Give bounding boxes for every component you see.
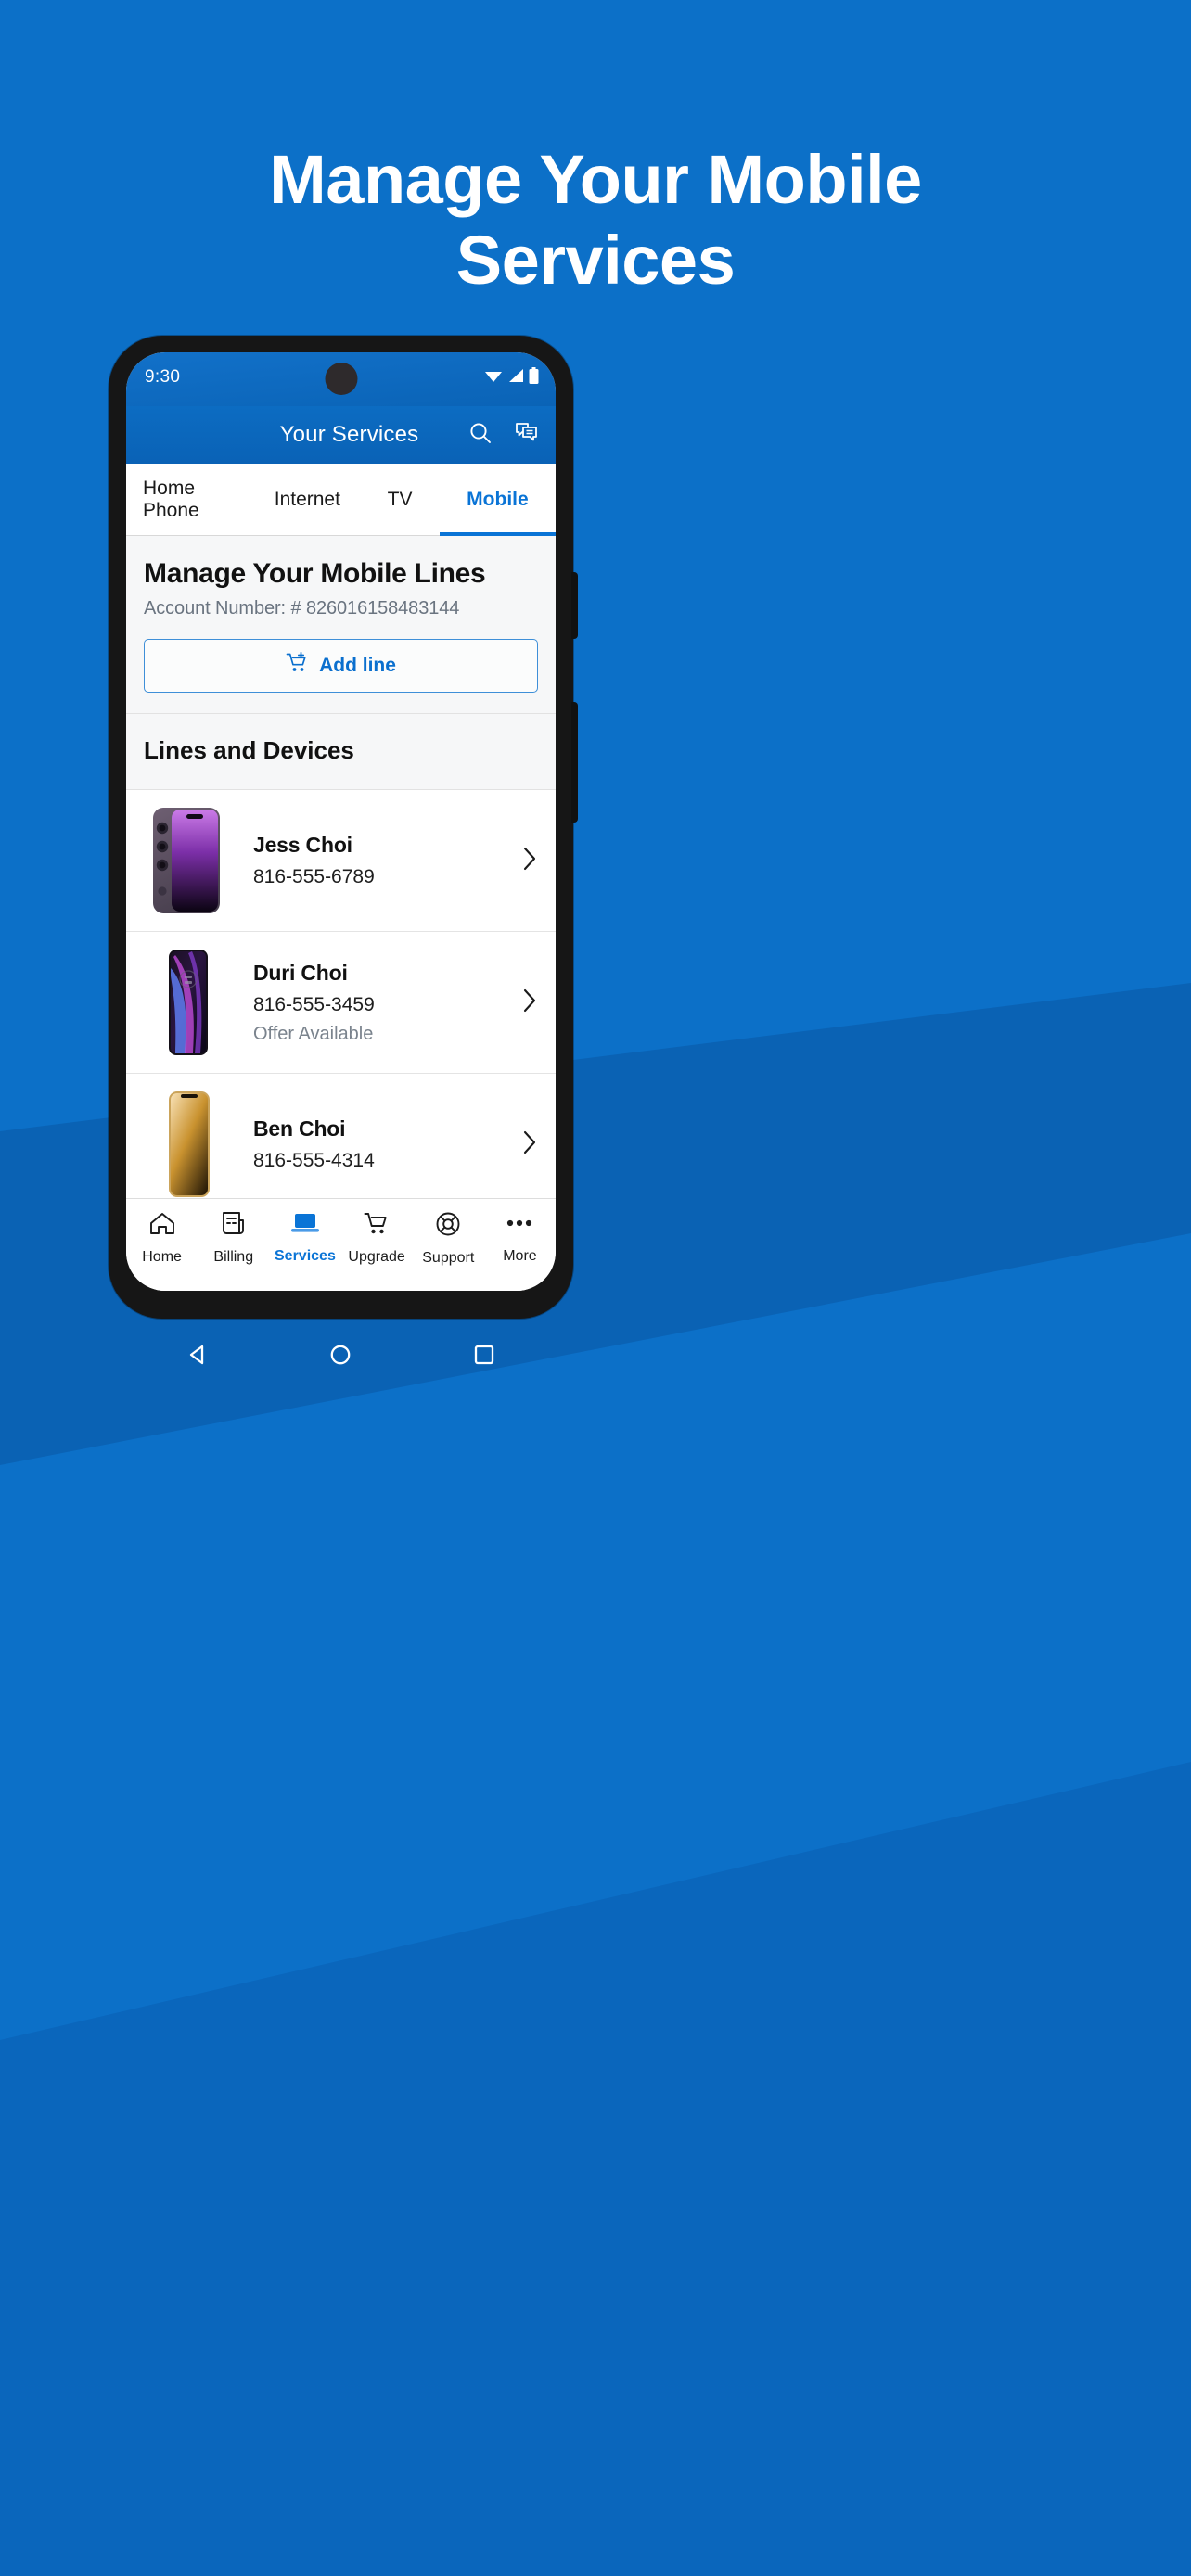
system-navigation-bar <box>126 1324 556 1389</box>
status-time: 9:30 <box>145 367 181 387</box>
nav-label: Services <box>275 1248 336 1264</box>
nav-label: Support <box>422 1250 475 1266</box>
phone-mockup: 9:30 Your Services Home Phone Internet T… <box>109 336 578 1364</box>
search-icon[interactable] <box>468 421 493 450</box>
chat-icon[interactable] <box>515 421 539 450</box>
battery-icon <box>529 367 539 389</box>
nav-item-home[interactable]: Home <box>126 1211 198 1266</box>
cellular-signal-icon <box>507 368 524 388</box>
line-phone: 816-555-6789 <box>253 866 375 887</box>
phone-side-button-lower <box>571 702 578 823</box>
line-row[interactable]: Jess Choi 816-555-6789 <box>126 790 556 932</box>
app-bar: Your Services <box>126 406 556 464</box>
tab-label: Home Phone <box>143 477 199 521</box>
app-bar-actions <box>468 406 539 464</box>
service-tabs: Home Phone Internet TV Mobile <box>126 464 556 536</box>
nav-item-support[interactable]: Support <box>413 1211 484 1267</box>
shopping-cart-icon <box>364 1211 391 1241</box>
recents-square-icon[interactable] <box>471 1342 497 1372</box>
app-bar-title: Your Services <box>279 422 419 447</box>
android-purple-wave-icon <box>151 948 222 1057</box>
line-row[interactable]: Ben Choi 816-555-4314 <box>126 1074 556 1215</box>
nav-label: More <box>503 1248 537 1264</box>
tab-label: Mobile <box>467 488 529 510</box>
line-row[interactable]: Duri Choi 816-555-3459 Offer Available <box>126 932 556 1074</box>
status-icons <box>484 367 539 389</box>
nav-label: Upgrade <box>348 1249 405 1265</box>
life-ring-icon <box>435 1211 461 1242</box>
line-info: Jess Choi 816-555-6789 <box>253 833 513 888</box>
laptop-icon <box>290 1211 320 1240</box>
add-line-label: Add line <box>319 655 396 676</box>
line-name: Jess Choi <box>253 833 352 857</box>
iphone-deep-purple-icon <box>151 806 222 915</box>
tab-mobile[interactable]: Mobile <box>439 464 556 536</box>
tab-label: Internet <box>274 488 340 510</box>
ellipsis-icon <box>505 1211 534 1240</box>
nav-label: Home <box>142 1249 182 1265</box>
lines-list: Jess Choi 816-555-6789 Duri Choi 816-555… <box>126 790 556 1215</box>
tab-internet[interactable]: Internet <box>254 464 360 535</box>
line-info: Ben Choi 816-555-4314 <box>253 1116 513 1172</box>
manage-section: Manage Your Mobile Lines Account Number:… <box>126 536 556 714</box>
tab-home-phone[interactable]: Home Phone <box>126 464 254 535</box>
nav-item-billing[interactable]: Billing <box>198 1211 269 1266</box>
tab-tv[interactable]: TV <box>360 464 440 535</box>
line-phone: 816-555-4314 <box>253 1150 375 1171</box>
line-phone: 816-555-3459 <box>253 993 375 1015</box>
chevron-right-icon[interactable] <box>522 846 538 876</box>
nav-item-upgrade[interactable]: Upgrade <box>341 1211 413 1266</box>
offer-available-label: Offer Available <box>253 1023 374 1044</box>
lines-and-devices-header: Lines and Devices <box>126 714 556 790</box>
headline-line-1: Manage Your Mobile <box>269 141 922 218</box>
camera-notch <box>325 363 357 395</box>
home-circle-icon[interactable] <box>327 1342 353 1372</box>
back-icon[interactable] <box>185 1342 211 1372</box>
manage-title: Manage Your Mobile Lines <box>144 558 486 589</box>
iphone-gold-icon <box>151 1090 222 1199</box>
chevron-right-icon[interactable] <box>522 1129 538 1160</box>
phone-side-button-upper <box>571 572 578 639</box>
nav-label: Billing <box>213 1249 254 1265</box>
wifi-icon <box>484 368 503 388</box>
line-info: Duri Choi 816-555-3459 Offer Available <box>253 961 513 1045</box>
account-number: Account Number: # 826016158483144 <box>144 598 460 618</box>
nav-item-services[interactable]: Services <box>269 1211 340 1265</box>
tab-label: TV <box>387 488 413 510</box>
nav-item-more[interactable]: More <box>484 1211 556 1265</box>
house-icon <box>148 1211 176 1241</box>
status-bar: 9:30 <box>126 352 556 406</box>
line-name: Ben Choi <box>253 1116 346 1141</box>
headline-line-2: Services <box>455 222 736 300</box>
bottom-navigation: Home Billing Services Upgrade Support Mo… <box>126 1198 556 1291</box>
bill-document-icon <box>221 1211 247 1241</box>
hero-headline: Manage Your Mobile Services <box>0 139 1191 301</box>
line-name: Duri Choi <box>253 960 348 985</box>
phone-screen: 9:30 Your Services Home Phone Internet T… <box>126 352 556 1291</box>
chevron-right-icon[interactable] <box>522 988 538 1018</box>
add-line-button[interactable]: Add line <box>144 639 538 693</box>
cart-plus-icon <box>286 651 309 680</box>
